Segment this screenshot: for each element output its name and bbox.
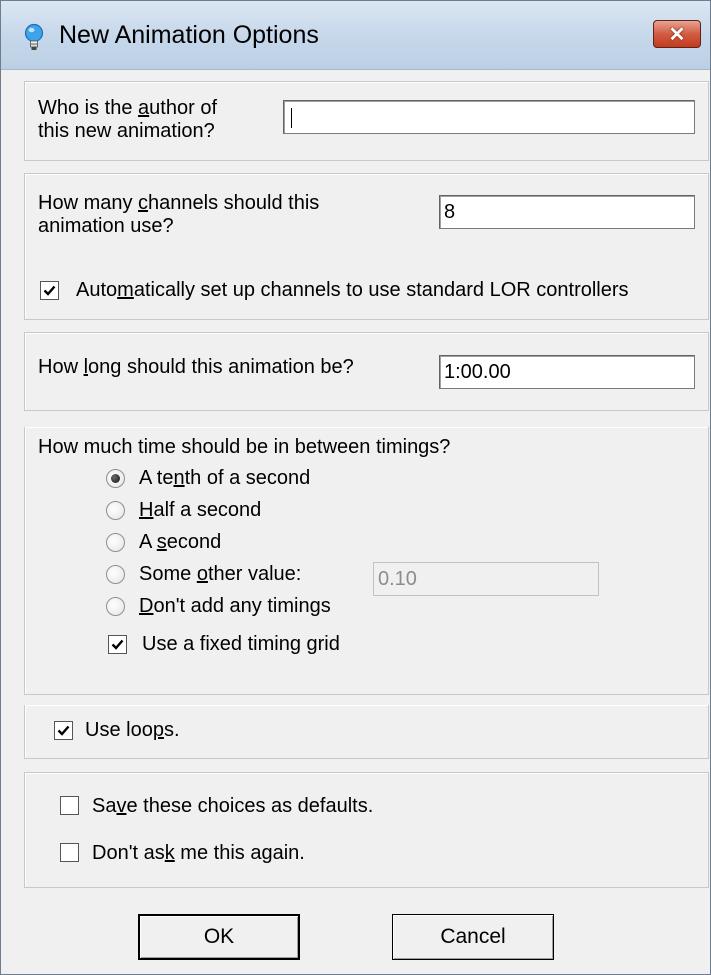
loops-group: Use loops. [24,705,709,759]
channels-label-line2: animation use? [38,215,174,237]
text-caret [291,108,292,128]
dont-ask-label: Don't ask me this again. [92,842,305,864]
auto-setup-checkbox[interactable] [40,281,59,300]
defaults-group: Save these choices as defaults. Don't as… [24,772,709,888]
use-loops-label: Use loops. [85,719,180,741]
title-bar[interactable]: New Animation Options ✕ [1,1,710,70]
radio-one-second-label: A second [139,531,222,553]
cancel-button[interactable]: Cancel [392,914,554,960]
other-value-input[interactable]: 0.10 [373,562,599,596]
channels-label-line1: How many channels should this [38,192,320,214]
radio-no-timings-label: Don't add any timings [139,595,331,617]
radio-half-second[interactable] [106,501,125,520]
length-label: How long should this animation be? [38,356,354,378]
save-defaults-checkbox[interactable] [60,796,79,815]
new-animation-options-dialog: New Animation Options ✕ Who is the autho… [0,0,711,975]
author-group: Who is the author of this new animation? [24,81,709,161]
use-loops-checkbox[interactable] [54,721,73,740]
author-input[interactable] [283,100,695,134]
radio-other-value[interactable] [106,565,125,584]
radio-one-second[interactable] [106,533,125,552]
channels-input[interactable]: 8 [439,195,695,229]
radio-other-value-label: Some other value: [139,563,302,585]
radio-tenth-second[interactable] [106,469,125,488]
lightbulb-icon [23,23,45,53]
timings-group: How much time should be in between timin… [24,427,709,695]
window-title: New Animation Options [59,21,319,49]
save-defaults-label: Save these choices as defaults. [92,795,374,817]
author-label-line1: Who is the author of [38,97,217,119]
author-label-line2: this new animation? [38,120,215,142]
length-input[interactable]: 1:00.00 [439,355,695,389]
dont-ask-checkbox[interactable] [60,843,79,862]
radio-no-timings[interactable] [106,597,125,616]
radio-tenth-second-label: A tenth of a second [139,467,311,489]
checkmark-icon [43,285,56,296]
checkmark-icon [111,639,124,650]
close-icon: ✕ [668,23,686,46]
length-group: How long should this animation be? 1:00.… [24,332,709,411]
timings-label: How much time should be in between timin… [38,436,451,458]
auto-setup-label: Automatically set up channels to use sta… [76,279,629,301]
radio-selected-dot [111,474,120,483]
checkmark-icon [57,725,70,736]
close-button[interactable]: ✕ [653,20,701,48]
channels-group: How many channels should this animation … [24,173,709,320]
ok-button[interactable]: OK [138,914,300,960]
fixed-grid-label: Use a fixed timing grid [142,633,340,655]
fixed-grid-checkbox[interactable] [108,635,127,654]
radio-half-second-label: Half a second [139,499,262,521]
